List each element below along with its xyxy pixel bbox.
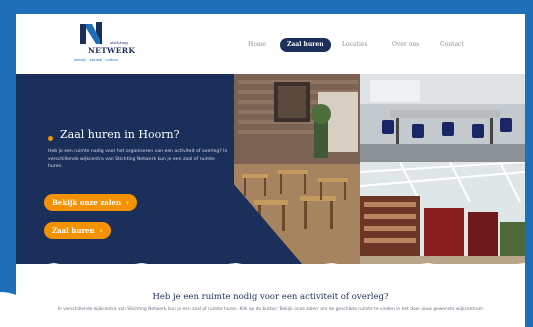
- torn-edge-divider: [16, 263, 525, 270]
- chevron-right-icon: ›: [99, 226, 103, 235]
- nav-item-zaal-huren[interactable]: Zaal huren: [280, 38, 331, 52]
- rent-room-button-label: Zaal huren: [52, 226, 95, 235]
- section-description: In verschillende wijkcentra van Stichtin…: [57, 307, 485, 312]
- logo-small-text: stichting: [110, 40, 128, 45]
- hero-bullet-dot: [48, 136, 53, 141]
- view-rooms-button[interactable]: Bekijk onze zalen ›: [44, 194, 137, 211]
- logo[interactable]: stichting NETWERK welzijn · sociaal · cu…: [74, 20, 140, 74]
- chevron-right-icon: ›: [126, 198, 129, 207]
- logo-name: NETWERK: [88, 46, 136, 55]
- nav-item-locaties[interactable]: Locaties: [342, 38, 368, 52]
- hero-title: Zaal huren in Hoorn?: [60, 128, 180, 141]
- hero-description: Heb je een ruimte nodig voor het organis…: [48, 149, 228, 170]
- hero-banner: Zaal huren in Hoorn? Heb je een ruimte n…: [16, 74, 525, 264]
- section-title: Heb je een ruimte nodig voor een activit…: [152, 292, 389, 302]
- logo-tagline: welzijn · sociaal · cultuur: [74, 58, 119, 62]
- nav-item-contact[interactable]: Contact: [440, 38, 464, 52]
- logo-mark-icon: [80, 22, 102, 44]
- web-page: stichting NETWERK welzijn · sociaal · cu…: [16, 14, 525, 327]
- site-header: stichting NETWERK welzijn · sociaal · cu…: [16, 14, 525, 74]
- nav-item-over-ons[interactable]: Over ons: [392, 38, 419, 52]
- view-rooms-button-label: Bekijk onze zalen: [52, 198, 122, 207]
- rent-room-button[interactable]: Zaal huren ›: [44, 222, 111, 239]
- nav-item-home[interactable]: Home: [248, 38, 266, 52]
